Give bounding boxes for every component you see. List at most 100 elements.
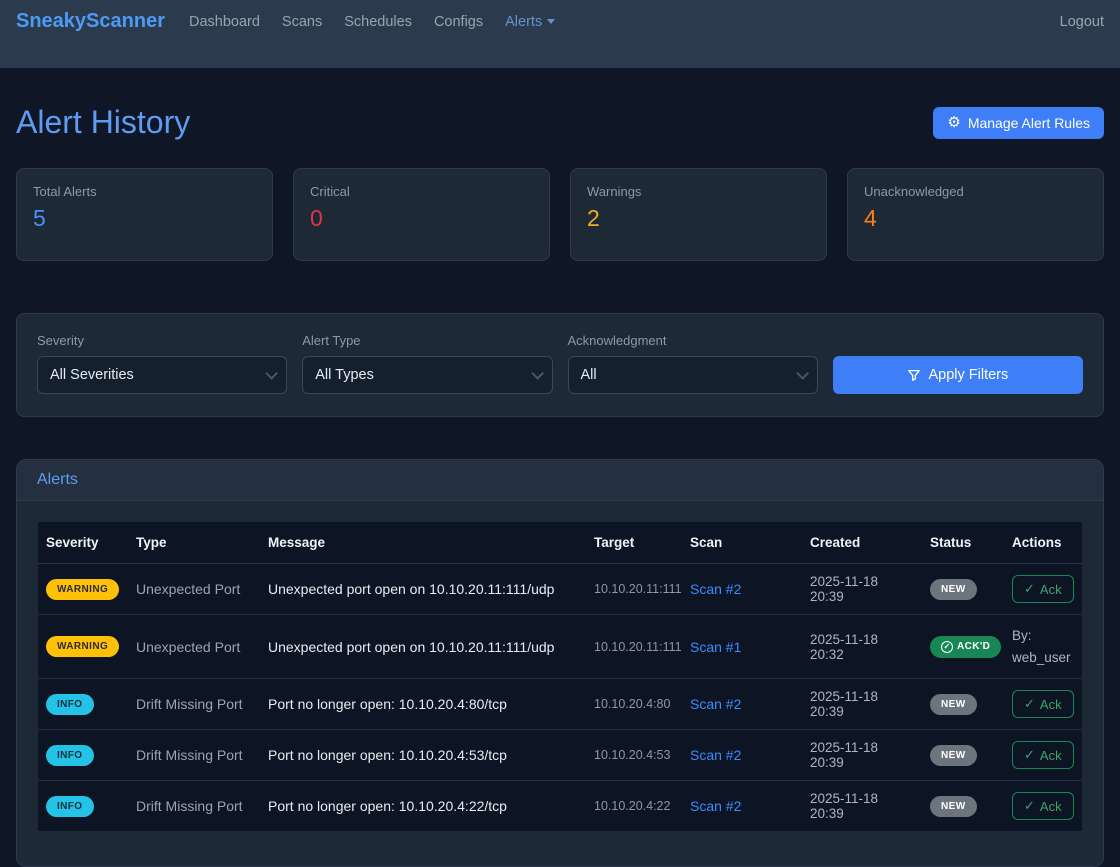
alert-target: 10.10.20.4:53 xyxy=(586,730,682,781)
alert-created: 2025-11-18 20:39 xyxy=(802,730,922,781)
scan-link[interactable]: Scan #2 xyxy=(690,747,741,763)
nav-item-alerts-dropdown[interactable]: Alerts xyxy=(505,14,555,30)
stat-card-total-alerts: Total Alerts 5 xyxy=(16,168,273,261)
status-badge: NEW xyxy=(930,579,977,600)
alert-created: 2025-11-18 20:39 xyxy=(802,679,922,730)
acknowledgment-filter-label: Acknowledgment xyxy=(568,333,818,348)
ack-button-label: Ack xyxy=(1040,748,1062,763)
status-badge: NEW xyxy=(930,796,977,817)
table-row: INFO Drift Missing Port Port no longer o… xyxy=(38,730,1082,781)
table-header-row: Severity Type Message Target Scan Create… xyxy=(38,522,1082,564)
apply-filters-button[interactable]: Apply Filters xyxy=(833,356,1083,394)
alert-type-select[interactable]: All Types xyxy=(302,356,552,394)
acknowledged-by: By:web_user xyxy=(1012,625,1074,668)
brand-logo[interactable]: SneakyScanner xyxy=(16,10,165,33)
check-icon: ✓ xyxy=(1024,747,1035,763)
col-status: Status xyxy=(922,522,1004,564)
page-header: Alert History ⚙ Manage Alert Rules xyxy=(16,104,1104,141)
status-badge: NEW xyxy=(930,745,977,766)
gear-icon: ⚙ xyxy=(947,115,960,130)
ack-button[interactable]: ✓Ack xyxy=(1012,575,1074,603)
scan-link[interactable]: Scan #2 xyxy=(690,798,741,814)
table-row: INFO Drift Missing Port Port no longer o… xyxy=(38,781,1082,832)
severity-badge: INFO xyxy=(46,796,94,817)
alert-created: 2025-11-18 20:39 xyxy=(802,564,922,615)
stat-card-warnings: Warnings 2 xyxy=(570,168,827,261)
alert-type: Unexpected Port xyxy=(128,615,260,679)
scan-link[interactable]: Scan #2 xyxy=(690,581,741,597)
ack-button-label: Ack xyxy=(1040,799,1062,814)
status-badge: NEW xyxy=(930,694,977,715)
chevron-down-icon xyxy=(266,367,279,380)
logout-link[interactable]: Logout xyxy=(1060,14,1104,30)
ack-button[interactable]: ✓ Ack xyxy=(1012,690,1074,718)
alert-type: Drift Missing Port xyxy=(128,781,260,832)
nav-item-dashboard[interactable]: Dashboard xyxy=(189,14,260,30)
alert-message: Port no longer open: 10.10.20.4:80/tcp xyxy=(260,679,586,730)
alert-message: Unexpected port open on 10.10.20.11:111/… xyxy=(260,564,586,615)
nav-item-scans[interactable]: Scans xyxy=(282,14,322,30)
alert-target: 10.10.20.4:22 xyxy=(586,781,682,832)
status-badge-ackd: ✓ACK'D xyxy=(930,636,1001,658)
nav-item-configs[interactable]: Configs xyxy=(434,14,483,30)
alert-created: 2025-11-18 20:32 xyxy=(802,615,922,679)
check-icon: ✓ xyxy=(1024,696,1035,712)
severity-badge: WARNING xyxy=(46,579,119,600)
severity-filter-label: Severity xyxy=(37,333,287,348)
alert-message: Port no longer open: 10.10.20.4:53/tcp xyxy=(260,730,586,781)
stat-value: 0 xyxy=(310,205,533,232)
stat-value: 4 xyxy=(864,205,1087,232)
nav-item-alerts-label: Alerts xyxy=(505,14,542,30)
apply-filters-label: Apply Filters xyxy=(928,367,1008,383)
scan-link[interactable]: Scan #1 xyxy=(690,639,741,655)
severity-badge: INFO xyxy=(46,745,94,766)
ack-button-label: Ack xyxy=(1040,697,1062,712)
stat-label: Unacknowledged xyxy=(864,184,1087,199)
chevron-down-icon xyxy=(531,367,544,380)
stats-row: Total Alerts 5 Critical 0 Warnings 2 Una… xyxy=(16,168,1104,261)
severity-badge: WARNING xyxy=(46,636,119,657)
check-icon: ✓ xyxy=(1024,798,1035,814)
col-type: Type xyxy=(128,522,260,564)
check-circle-icon: ✓ xyxy=(941,641,953,653)
severity-select[interactable]: All Severities xyxy=(37,356,287,394)
alerts-panel-title: Alerts xyxy=(17,460,1103,501)
filter-funnel-icon xyxy=(907,368,921,382)
alert-type: Drift Missing Port xyxy=(128,730,260,781)
col-severity: Severity xyxy=(38,522,128,564)
navbar: SneakyScanner Dashboard Scans Schedules … xyxy=(0,0,1120,68)
alert-message: Port no longer open: 10.10.20.4:22/tcp xyxy=(260,781,586,832)
ack-button[interactable]: ✓ Ack xyxy=(1012,792,1074,820)
stat-card-critical: Critical 0 xyxy=(293,168,550,261)
caret-down-icon xyxy=(547,19,555,24)
severity-select-value: All Severities xyxy=(50,367,134,383)
alerts-table: Severity Type Message Target Scan Create… xyxy=(38,522,1082,831)
table-row: WARNING Unexpected Port Unexpected port … xyxy=(38,615,1082,679)
alert-target: 10.10.20.11:111 xyxy=(586,615,682,679)
ack-button[interactable]: ✓ Ack xyxy=(1012,741,1074,769)
alert-created: 2025-11-18 20:39 xyxy=(802,781,922,832)
acknowledgment-select[interactable]: All xyxy=(568,356,818,394)
stat-value: 2 xyxy=(587,205,810,232)
col-actions: Actions xyxy=(1004,522,1082,564)
alert-message: Unexpected port open on 10.10.20.11:111/… xyxy=(260,615,586,679)
alert-target: 10.10.20.4:80 xyxy=(586,679,682,730)
stat-label: Critical xyxy=(310,184,533,199)
scan-link[interactable]: Scan #2 xyxy=(690,696,741,712)
nav-item-schedules[interactable]: Schedules xyxy=(344,14,412,30)
check-icon: ✓ xyxy=(1024,581,1035,597)
table-row: INFO Drift Missing Port Port no longer o… xyxy=(38,679,1082,730)
severity-badge: INFO xyxy=(46,694,94,715)
stat-label: Warnings xyxy=(587,184,810,199)
acknowledgment-select-value: All xyxy=(581,367,597,383)
alert-type: Drift Missing Port xyxy=(128,679,260,730)
table-row: WARNING Unexpected Port Unexpected port … xyxy=(38,564,1082,615)
alerts-panel: Alerts Severity Type Message Target Scan… xyxy=(16,459,1104,867)
chevron-down-icon xyxy=(796,367,809,380)
manage-alert-rules-label: Manage Alert Rules xyxy=(968,115,1090,131)
alert-type-select-value: All Types xyxy=(315,367,374,383)
alert-type-filter-label: Alert Type xyxy=(302,333,552,348)
manage-alert-rules-button[interactable]: ⚙ Manage Alert Rules xyxy=(933,107,1104,139)
stat-card-unacknowledged: Unacknowledged 4 xyxy=(847,168,1104,261)
alert-type: Unexpected Port xyxy=(128,564,260,615)
